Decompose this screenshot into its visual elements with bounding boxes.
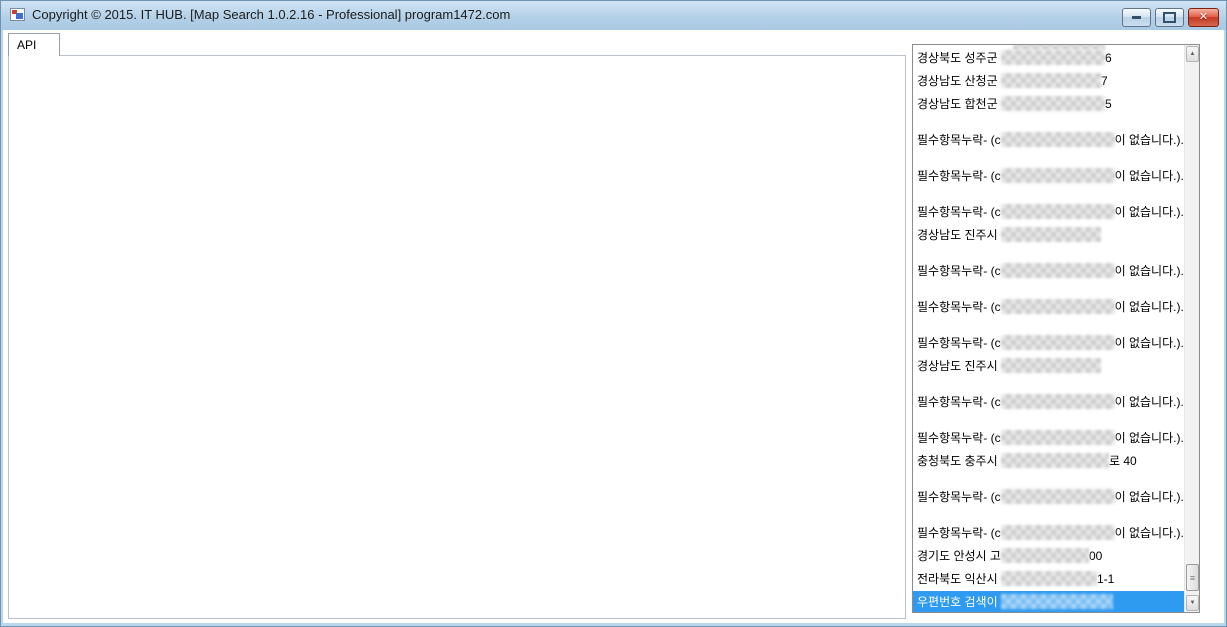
maximize-button[interactable] [1155,8,1184,27]
redacted-blur [1001,96,1105,111]
title-bar: Copyright © 2015. IT HUB. [Map Search 1.… [0,0,1227,30]
redacted-blur [1001,594,1113,609]
redacted-blur [1001,489,1115,504]
redacted-blur [1001,430,1115,445]
redacted-blur [1001,548,1089,563]
redacted-blur [1001,73,1101,88]
scroll-down-icon[interactable]: ▼ [1186,595,1199,611]
close-button[interactable]: ✕ [1188,8,1219,27]
redacted-blur [1001,204,1115,219]
log-listbox[interactable]: 경상북도 성주군 6경상남도 산청군 7경상남도 합천군 5 필수항목누락- (c… [912,44,1200,613]
close-icon: ✕ [1199,12,1208,23]
minimize-button[interactable] [1122,8,1151,27]
tab-api[interactable]: API [8,33,60,56]
scroll-grip-icon: ≡ [1190,573,1195,583]
redacted-blur [1001,299,1115,314]
log-item[interactable]: 필수항목누락- (c이 없습니다.). [913,486,1184,509]
log-item[interactable]: 필수항목누락- (c이 없습니다.). [913,165,1184,188]
redacted-blur [1001,525,1115,540]
redacted-blur [1001,394,1115,409]
redacted-blur [1001,50,1105,65]
log-item[interactable]: 필수항목누락- (c이 없습니다.). [913,332,1184,355]
redacted-blur [1001,453,1109,468]
redacted-blur [1001,571,1097,586]
log-item[interactable]: 경상남도 진주시 [913,224,1184,247]
log-item[interactable]: 경기도 안성시 고00 [913,545,1184,568]
redacted-blur [1001,132,1115,147]
log-vscroll-thumb[interactable]: ≡ [1186,564,1199,591]
log-item[interactable]: 경상남도 진주시 [913,355,1184,378]
log-item[interactable]: 필수항목누락- (c이 없습니다.). [913,427,1184,450]
log-item-selected[interactable]: 우편번호 검색이 [913,591,1184,613]
log-item[interactable]: 경상북도 성주군 6 [913,47,1184,70]
redacted-blur [1001,263,1115,278]
log-item[interactable]: 충청북도 충주시 로 40 [913,450,1184,473]
log-item[interactable]: 경상남도 합천군 5 [913,93,1184,116]
log-item[interactable]: 필수항목누락- (c이 없습니다.). [913,391,1184,414]
redacted-blur [1001,227,1101,242]
log-item[interactable]: 경상남도 산청군 7 [913,70,1184,93]
log-item[interactable]: 필수항목누락- (c이 없습니다.). [913,260,1184,283]
scroll-up-icon[interactable]: ▲ [1186,46,1199,62]
maximize-icon [1163,12,1176,23]
redacted-blur [1001,335,1115,350]
tab-page [8,55,906,619]
app-icon [10,8,25,21]
window-title: Copyright © 2015. IT HUB. [Map Search 1.… [32,0,510,30]
minimize-icon [1132,16,1141,19]
log-vertical-scrollbar[interactable]: ▲ ≡ ▼ [1184,45,1199,612]
log-item[interactable]: 필수항목누락- (c이 없습니다.). [913,201,1184,224]
redacted-blur [1001,358,1101,373]
log-item[interactable]: 필수항목누락- (c이 없습니다.). [913,129,1184,152]
redacted-blur [1001,168,1115,183]
log-item[interactable]: 필수항목누락- (c이 없습니다.). [913,296,1184,319]
log-item[interactable]: 필수항목누락- (c이 없습니다.). [913,522,1184,545]
log-item[interactable]: 전라북도 익산시 1-1 [913,568,1184,591]
